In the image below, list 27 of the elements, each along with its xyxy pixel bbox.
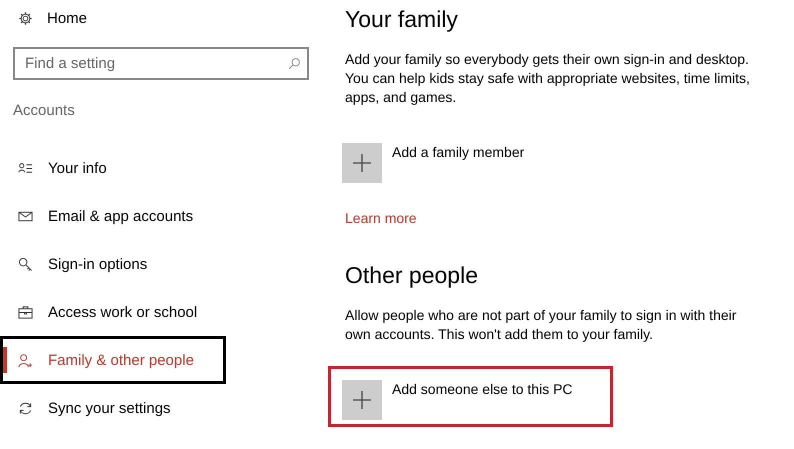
- description: Add your family so everybody gets their own sign-in and desktop. You can help kids stay safe with appropriate websites, time limits, apps, and games.: [345, 50, 751, 107]
- nav-item[interactable]: Sync your settings: [3, 394, 181, 422]
- person-list-icon: [18, 160, 33, 176]
- add-label[interactable]: Add a family member: [392, 144, 524, 160]
- nav-item[interactable]: Email & app accounts: [3, 202, 204, 230]
- sync-icon: [18, 400, 33, 416]
- nav-item[interactable]: Your info: [3, 154, 117, 182]
- section-title: Other people: [345, 262, 479, 290]
- nav-item[interactable]: Access work or school: [3, 298, 208, 326]
- section-title: Your family: [345, 6, 459, 34]
- plus-icon: [352, 390, 372, 410]
- add-label[interactable]: Add someone else to this PC: [392, 381, 573, 397]
- search-field[interactable]: Find a setting: [13, 47, 309, 80]
- section-heading: Accounts: [13, 102, 75, 120]
- home-link[interactable]: Home: [0, 0, 88, 27]
- key-icon: [18, 256, 33, 272]
- nav-item[interactable]: Sign-in options: [3, 250, 158, 278]
- description: Allow people who are not part of your family to sign in with their own accounts. This won't add them to your family.: [345, 306, 738, 344]
- add-button[interactable]: [342, 143, 382, 183]
- search-icon: [288, 57, 301, 70]
- gear-icon: [18, 10, 33, 26]
- add-button[interactable]: [342, 380, 382, 420]
- plus-icon: [352, 153, 372, 173]
- person-add-icon: [18, 352, 33, 368]
- nav-item[interactable]: Family & other people: [3, 346, 204, 374]
- briefcase-icon: [18, 304, 33, 320]
- learn-more-link[interactable]: Learn more: [345, 210, 417, 226]
